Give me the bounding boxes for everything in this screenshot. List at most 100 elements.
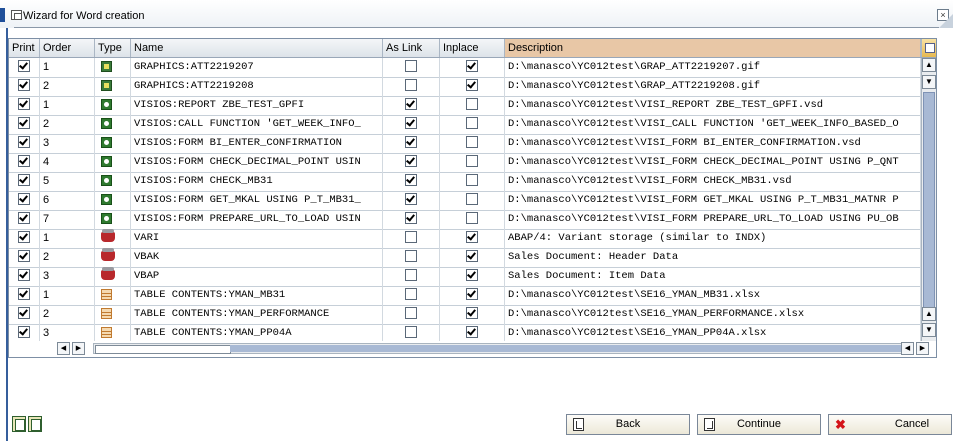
name-cell[interactable]: VISIOS:FORM CHECK_DECIMAL_POINT USIN	[131, 153, 383, 172]
print-checkbox[interactable]	[18, 307, 30, 320]
horizontal-scroll-thumb[interactable]	[95, 345, 231, 354]
name-cell[interactable]: GRAPHICS:ATT2219208	[131, 77, 383, 96]
column-header-name[interactable]: Name	[131, 39, 383, 57]
inplace-checkbox[interactable]	[466, 98, 478, 111]
order-cell[interactable]: 2	[40, 305, 95, 324]
as-link-checkbox[interactable]	[405, 212, 417, 225]
scroll-right-icon[interactable]: ▶	[72, 342, 85, 355]
order-cell[interactable]: 1	[40, 286, 95, 305]
order-cell[interactable]: 4	[40, 153, 95, 172]
table-row[interactable]: 2 GRAPHICS:ATT2219208 D:\manasco\YC012test…	[9, 77, 936, 97]
print-checkbox[interactable]	[18, 212, 30, 225]
scroll-right-icon[interactable]: ▶	[916, 342, 929, 355]
description-cell[interactable]: D:\manasco\YC012test\VISI_REPORT ZBE_TES…	[505, 96, 921, 115]
as-link-checkbox[interactable]	[405, 136, 417, 149]
table-row[interactable]: 5 VISIOS:FORM CHECK_MB31 D:\manasco\YC012t…	[9, 172, 936, 192]
table-row[interactable]: 7 VISIOS:FORM PREPARE_URL_TO_LOAD USIN D:\…	[9, 210, 936, 230]
inplace-checkbox[interactable]	[466, 307, 478, 320]
name-cell[interactable]: GRAPHICS:ATT2219207	[131, 58, 383, 77]
as-link-checkbox[interactable]	[405, 288, 417, 301]
as-link-checkbox[interactable]	[405, 174, 417, 187]
print-checkbox[interactable]	[18, 98, 30, 111]
horizontal-scrollbar[interactable]	[93, 343, 913, 354]
name-cell[interactable]: TABLE CONTENTS:YMAN_MB31	[131, 286, 383, 305]
order-cell[interactable]: 2	[40, 115, 95, 134]
table-row[interactable]: 1 TABLE CONTENTS:YMAN_MB31 D:\manasco\YC01…	[9, 286, 936, 306]
description-cell[interactable]: ABAP/4: Variant storage (similar to INDX…	[505, 229, 921, 248]
description-cell[interactable]: D:\manasco\YC012test\SE16_YMAN_PERFORMAN…	[505, 305, 921, 324]
layout-settings-icon[interactable]	[921, 39, 936, 57]
inplace-checkbox[interactable]	[466, 250, 478, 263]
column-header-description[interactable]: Description	[505, 39, 921, 57]
vertical-scrollbar[interactable]: ▲ ▼ ▲ ▼	[921, 58, 936, 341]
name-cell[interactable]: VBAK	[131, 248, 383, 267]
column-header-as-link[interactable]: As Link	[383, 39, 440, 57]
vertical-scroll-thumb[interactable]	[923, 92, 935, 317]
type-cell[interactable]	[95, 96, 131, 115]
type-cell[interactable]	[95, 229, 131, 248]
order-cell[interactable]: 1	[40, 58, 95, 77]
description-cell[interactable]: D:\manasco\YC012test\VISI_FORM BI_ENTER_…	[505, 134, 921, 153]
table-row[interactable]: 2 TABLE CONTENTS:YMAN_PERFORMANCE D:\manas…	[9, 305, 936, 325]
as-link-checkbox[interactable]	[405, 231, 417, 244]
print-checkbox[interactable]	[18, 288, 30, 301]
print-checkbox[interactable]	[18, 269, 30, 282]
description-cell[interactable]: D:\manasco\YC012test\VISI_CALL FUNCTION …	[505, 115, 921, 134]
as-link-checkbox[interactable]	[405, 79, 417, 92]
scroll-left-icon[interactable]: ◀	[57, 342, 70, 355]
type-cell[interactable]	[95, 286, 131, 305]
as-link-checkbox[interactable]	[405, 250, 417, 263]
order-cell[interactable]: 2	[40, 77, 95, 96]
as-link-checkbox[interactable]	[405, 193, 417, 206]
description-cell[interactable]: D:\manasco\YC012test\VISI_FORM GET_MKAL …	[505, 191, 921, 210]
scroll-up-icon[interactable]: ▲	[922, 307, 936, 321]
print-checkbox[interactable]	[18, 155, 30, 168]
description-cell[interactable]: D:\manasco\YC012test\VISI_FORM PREPARE_U…	[505, 210, 921, 229]
description-cell[interactable]: D:\manasco\YC012test\GRAP_ATT2219208.gif	[505, 77, 921, 96]
as-link-checkbox[interactable]	[405, 307, 417, 320]
print-checkbox[interactable]	[18, 250, 30, 263]
order-cell[interactable]: 3	[40, 267, 95, 286]
type-cell[interactable]	[95, 172, 131, 191]
type-cell[interactable]	[95, 134, 131, 153]
as-link-checkbox[interactable]	[405, 326, 417, 339]
print-checkbox[interactable]	[18, 136, 30, 149]
name-cell[interactable]: VISIOS:FORM CHECK_MB31	[131, 172, 383, 191]
type-cell[interactable]	[95, 191, 131, 210]
table-row[interactable]: 1 GRAPHICS:ATT2219207 D:\manasco\YC012test…	[9, 58, 936, 78]
table-row[interactable]: 2 VISIOS:CALL FUNCTION 'GET_WEEK_INFO_ D:\…	[9, 115, 936, 135]
scroll-down-icon[interactable]: ▼	[922, 323, 936, 337]
cancel-button[interactable]: ✖ Cancel	[828, 414, 952, 435]
as-link-checkbox[interactable]	[405, 155, 417, 168]
description-cell[interactable]: D:\manasco\YC012test\GRAP_ATT2219207.gif	[505, 58, 921, 77]
type-cell[interactable]	[95, 77, 131, 96]
scroll-down-icon[interactable]: ▼	[922, 75, 936, 89]
inplace-checkbox[interactable]	[466, 212, 478, 225]
description-cell[interactable]: D:\manasco\YC012test\VISI_FORM CHECK_MB3…	[505, 172, 921, 191]
name-cell[interactable]: VBAP	[131, 267, 383, 286]
type-cell[interactable]	[95, 305, 131, 324]
description-cell[interactable]: D:\manasco\YC012test\SE16_YMAN_MB31.xlsx	[505, 286, 921, 305]
deselect-all-icon[interactable]	[28, 416, 42, 432]
inplace-checkbox[interactable]	[466, 288, 478, 301]
order-cell[interactable]: 1	[40, 229, 95, 248]
order-cell[interactable]: 6	[40, 191, 95, 210]
table-row[interactable]: 4 VISIOS:FORM CHECK_DECIMAL_POINT USIN D:\…	[9, 153, 936, 173]
select-all-icon[interactable]	[12, 416, 26, 432]
back-button[interactable]: Back	[566, 414, 690, 435]
print-checkbox[interactable]	[18, 193, 30, 206]
inplace-checkbox[interactable]	[466, 79, 478, 92]
as-link-checkbox[interactable]	[405, 98, 417, 111]
table-row[interactable]: 6 VISIOS:FORM GET_MKAL USING P_T_MB31_ D:\…	[9, 191, 936, 211]
print-checkbox[interactable]	[18, 231, 30, 244]
print-checkbox[interactable]	[18, 60, 30, 73]
inplace-checkbox[interactable]	[466, 136, 478, 149]
name-cell[interactable]: TABLE CONTENTS:YMAN_PERFORMANCE	[131, 305, 383, 324]
order-cell[interactable]: 3	[40, 134, 95, 153]
inplace-checkbox[interactable]	[466, 174, 478, 187]
column-header-type[interactable]: Type	[95, 39, 131, 57]
print-checkbox[interactable]	[18, 326, 30, 339]
as-link-checkbox[interactable]	[405, 117, 417, 130]
column-header-print[interactable]: Print	[9, 39, 40, 57]
name-cell[interactable]: VARI	[131, 229, 383, 248]
